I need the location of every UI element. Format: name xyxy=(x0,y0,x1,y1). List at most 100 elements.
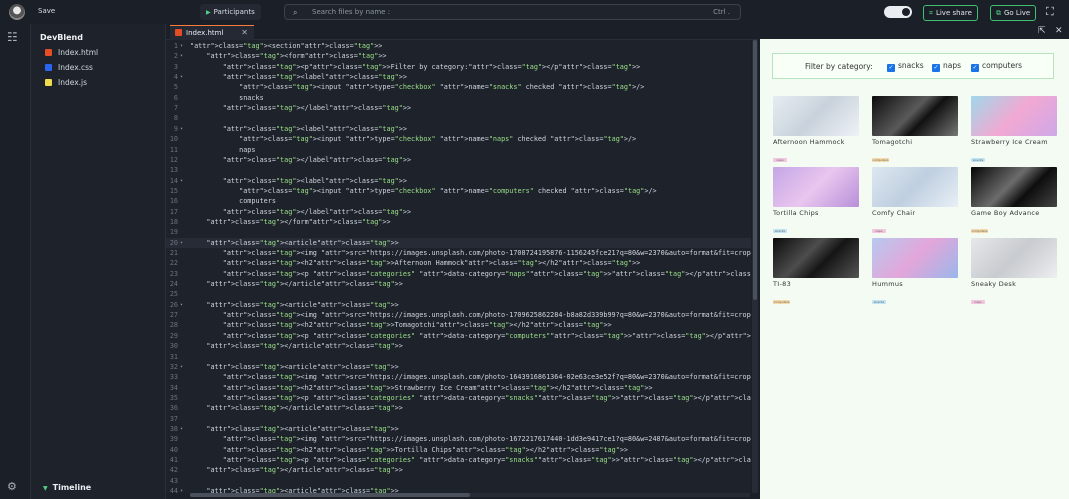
fold-chevron-icon[interactable]: ▾ xyxy=(180,176,183,186)
code-line[interactable]: 21 "attr">class="tag"><img "attr">src="h… xyxy=(166,248,751,258)
code-line[interactable]: 35 "attr">class="tag"><p "attr">class="c… xyxy=(166,393,751,403)
code-line[interactable]: 41 "attr">class="tag"><p "attr">class="c… xyxy=(166,455,751,465)
line-number: 29 xyxy=(169,331,178,340)
code-line[interactable]: 39 "attr">class="tag"><img "attr">src="h… xyxy=(166,434,751,444)
save-button[interactable]: Save xyxy=(38,7,55,15)
fold-chevron-icon[interactable]: ▾ xyxy=(180,362,183,372)
code-line[interactable]: 19 xyxy=(166,227,751,237)
code-line[interactable]: 27 "attr">class="tag"><img "attr">src="h… xyxy=(166,310,751,320)
code-line[interactable]: 23 "attr">class="tag"><p "attr">class="c… xyxy=(166,269,751,279)
timeline-section[interactable]: ▼ Timeline xyxy=(43,483,91,492)
code-line[interactable]: 25 xyxy=(166,289,751,299)
code-line[interactable]: 30 "attr">class="tag"></article"attr">cl… xyxy=(166,341,751,351)
code-line[interactable]: 11 naps xyxy=(166,145,751,155)
code-line[interactable]: 3 "attr">class="tag"><p"attr">class="tag… xyxy=(166,62,751,72)
code-line[interactable]: 24 "attr">class="tag"></article"attr">cl… xyxy=(166,279,751,289)
code-text: "attr">class="tag"></label"attr">class="… xyxy=(222,104,412,113)
code-line[interactable]: 4 ▾ "attr">class="tag"><label"attr">class… xyxy=(166,72,751,82)
product-card: Afternoon Hammock naps xyxy=(773,96,859,165)
line-number: 28 xyxy=(169,321,178,330)
fold-chevron-icon[interactable]: ▾ xyxy=(180,41,183,51)
code-line[interactable]: 15 "attr">class="tag"><input "attr">type… xyxy=(166,186,751,196)
code-line[interactable]: 28 "attr">class="tag"><h2"attr">class="t… xyxy=(166,320,751,330)
code-line[interactable]: 6 snacks xyxy=(166,93,751,103)
theme-toggle[interactable] xyxy=(884,6,912,18)
fold-chevron-icon[interactable]: ▾ xyxy=(180,486,183,493)
checkbox-naps[interactable]: ✓ naps xyxy=(932,61,961,72)
scrollbar-thumb[interactable] xyxy=(753,40,757,300)
code-line[interactable]: 10 "attr">class="tag"><input "attr">type… xyxy=(166,134,751,144)
file-item-index-css[interactable]: Index.css xyxy=(45,63,93,72)
fold-chevron-icon[interactable]: ▾ xyxy=(180,300,183,310)
fold-chevron-icon[interactable]: ▾ xyxy=(180,51,183,61)
code-line[interactable]: 17 "attr">class="tag"></label"attr">clas… xyxy=(166,207,751,217)
code-line[interactable]: 16 computers xyxy=(166,196,751,206)
code-line[interactable]: 33 "attr">class="tag"><img "attr">src="h… xyxy=(166,372,751,382)
code-text: "attr">class="tag"></form"attr">class="t… xyxy=(206,217,391,226)
code-line[interactable]: 34 "attr">class="tag"><h2"attr">class="t… xyxy=(166,383,751,393)
code-line[interactable]: 26 ▾ "attr">class="tag"><article"attr">cl… xyxy=(166,300,751,310)
code-line[interactable]: 32 ▾ "attr">class="tag"><article"attr">cl… xyxy=(166,362,751,372)
product-card: Tomagotchi computers xyxy=(872,96,958,165)
line-number: 31 xyxy=(169,352,178,361)
code-line[interactable]: 22 "attr">class="tag"><h2"attr">class="t… xyxy=(166,258,751,268)
line-number: 13 xyxy=(169,166,178,175)
editor-tab-bar: Index.html ✕ xyxy=(166,24,758,40)
code-line[interactable]: 20 ▾ "attr">class="tag"><article"attr">cl… xyxy=(166,237,751,248)
code-line[interactable]: 29 "attr">class="tag"><p "attr">class="c… xyxy=(166,331,751,341)
line-number: 19 xyxy=(169,228,178,237)
live-share-button[interactable]: ⌗ Live share xyxy=(923,5,978,21)
search-input[interactable]: ⌕ Search files by name : Ctrl . xyxy=(284,4,741,20)
code-editor[interactable]: 1 ▾ "attr">class="tag"><section"attr">clas… xyxy=(166,40,751,493)
fold-chevron-icon[interactable]: ▾ xyxy=(180,124,183,134)
vertical-scrollbar[interactable] xyxy=(752,40,758,493)
horizontal-scrollbar[interactable] xyxy=(190,493,750,497)
code-line[interactable]: 18 "attr">class="tag"></form"attr">class… xyxy=(166,217,751,227)
fold-chevron-icon[interactable]: ▾ xyxy=(180,72,183,82)
close-icon[interactable]: ✕ xyxy=(241,26,248,40)
code-line[interactable]: 5 "attr">class="tag"><input "attr">type=… xyxy=(166,82,751,92)
code-line[interactable]: 40 "attr">class="tag"><h2"attr">class="t… xyxy=(166,445,751,455)
code-text: naps xyxy=(190,145,256,154)
code-text: "attr">class="tag"><article"attr">class=… xyxy=(206,487,399,493)
code-line[interactable]: 42 "attr">class="tag"></article"attr">cl… xyxy=(166,465,751,475)
file-item-index-html[interactable]: Index.html xyxy=(45,48,98,57)
go-live-button[interactable]: ⧉ Go Live xyxy=(990,5,1037,21)
code-line[interactable]: 12 "attr">class="tag"></label"attr">clas… xyxy=(166,155,751,165)
close-icon[interactable]: ✕ xyxy=(1055,26,1063,36)
code-line[interactable]: 43 xyxy=(166,476,751,486)
file-item-index-js[interactable]: Index.js xyxy=(45,78,87,87)
settings-gear-icon[interactable]: ⚙ xyxy=(7,480,17,493)
tab-index-html[interactable]: Index.html ✕ xyxy=(170,25,254,40)
fullscreen-icon[interactable]: ⛶ xyxy=(1046,5,1060,19)
checkbox-snacks[interactable]: ✓ snacks xyxy=(887,61,924,72)
line-number: 7 xyxy=(173,104,178,113)
participants-button[interactable]: ▶ Participants xyxy=(200,4,261,20)
code-line[interactable]: 38 ▾ "attr">class="tag"><article"attr">cl… xyxy=(166,424,751,434)
code-line[interactable]: 9 ▾ "attr">class="tag"><label"attr">class… xyxy=(166,124,751,134)
checkbox-label: snacks xyxy=(898,61,924,70)
file-tree-icon[interactable]: ☷ xyxy=(7,30,18,44)
html-file-icon xyxy=(175,29,182,36)
code-line[interactable]: 2 ▾ "attr">class="tag"><form"attr">class=… xyxy=(166,51,751,61)
code-line[interactable]: 14 ▾ "attr">class="tag"><label"attr">clas… xyxy=(166,176,751,186)
card-title: Sneaky Desk xyxy=(971,280,1017,288)
fold-chevron-icon[interactable]: ▾ xyxy=(180,424,183,434)
code-line[interactable]: 44 ▾ "attr">class="tag"><article"attr">cl… xyxy=(166,486,751,493)
code-line[interactable]: 1 ▾ "attr">class="tag"><section"attr">clas… xyxy=(166,41,751,51)
code-line[interactable]: 37 xyxy=(166,414,751,424)
code-line[interactable]: 31 xyxy=(166,352,751,362)
checkbox-computers[interactable]: ✓ computers xyxy=(971,61,1022,72)
top-bar: Save ▶ Participants ⌕ Search files by nam… xyxy=(0,0,1069,24)
line-number: 22 xyxy=(169,259,178,268)
code-line[interactable]: 36 "attr">class="tag"></article"attr">cl… xyxy=(166,403,751,413)
fold-chevron-icon[interactable]: ▾ xyxy=(180,238,183,248)
scrollbar-thumb[interactable] xyxy=(190,493,470,497)
line-number: 41 xyxy=(169,456,178,464)
open-external-icon[interactable]: ⇱ xyxy=(1038,26,1046,36)
code-line[interactable]: 8 xyxy=(166,113,751,123)
code-text: "attr">class="tag"></article"attr">class… xyxy=(206,342,403,351)
code-line[interactable]: 7 "attr">class="tag"></label"attr">class… xyxy=(166,103,751,113)
card-title: Afternoon Hammock xyxy=(773,138,845,146)
code-line[interactable]: 13 xyxy=(166,165,751,175)
